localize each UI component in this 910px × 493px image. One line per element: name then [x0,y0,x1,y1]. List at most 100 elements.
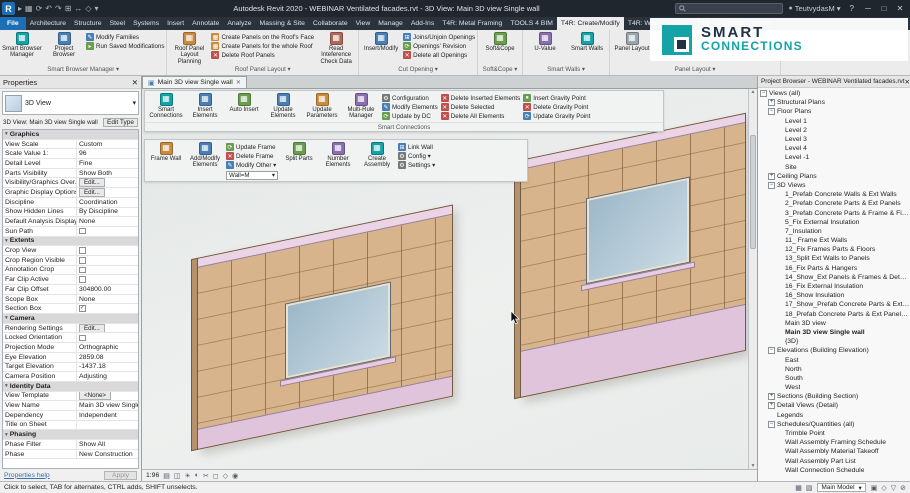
joins-unjoin-openings-button[interactable]: ⊞Joins/Unjoin Openings [403,33,475,41]
rendering-settings-button[interactable]: Edit... [79,324,105,333]
tree-item-1-prefab-concrete-walls-ext-walls[interactable]: 1_Prefab Concrete Walls & Ext Walls [758,190,910,199]
prop-value-view-name[interactable]: Main 3D view Single wall [76,401,138,410]
wall-assembly-left[interactable] [197,205,453,450]
ribbon-panel-label-soft-cope[interactable]: Soft&Cope ▾ [480,66,520,75]
main-model-select[interactable]: Main Model ▾ [817,483,865,492]
tree-item-schedules-quantities-all[interactable]: −Schedules/Quantities (all) [758,420,910,429]
canvas[interactable]: ▦Smart Connections▦Insert Elements▦Auto … [142,89,748,469]
insert-elements-button[interactable]: ▦Insert Elements [187,92,223,121]
tab-add-ins[interactable]: Add-Ins [407,17,438,30]
wall-m-select[interactable]: Wall=M▾ [226,171,278,180]
sun-path-icon[interactable]: ☀ [184,472,190,480]
tree-item-structural-plans[interactable]: +Structural Plans [758,98,910,107]
help-icon[interactable]: ? [847,4,857,13]
insert-gravity-point-button[interactable]: ●Insert Gravity Point [523,94,590,102]
detail-level-icon[interactable]: ▤ [163,472,170,480]
open-icon[interactable]: ▸ [18,4,22,13]
frame-wall-button[interactable]: ▦Frame Wall [148,141,184,163]
prop-section-extents[interactable]: ▾Extents [3,237,138,247]
drag-elements-icon[interactable]: ◇ [881,484,886,492]
tree-item-west[interactable]: West [758,383,910,392]
prop-value-detail-level[interactable]: Fine [76,159,138,168]
delete-gravity-point-button[interactable]: ✕Delete Gravity Point [523,103,590,111]
panel-layout-button[interactable]: ▦Panel Layout [612,31,652,53]
tab-architecture[interactable]: Architecture [26,17,70,30]
prop-value-camera-position[interactable]: Adjusting [76,372,138,381]
configuration-button[interactable]: ⚙Configuration [382,94,438,102]
prop-value-far-clip-active[interactable] [76,275,138,284]
prop-value-view-template[interactable]: <None> [76,392,138,401]
search-input[interactable] [688,5,779,12]
prop-value-annotation-crop[interactable] [76,266,138,275]
tab-annotate[interactable]: Annotate [188,17,223,30]
prop-value-section-box[interactable]: ✓ [76,304,138,313]
number-elements-button[interactable]: ▦Number Elements [320,141,356,170]
tree-item-16-show-insulation[interactable]: 16_Show Insulation [758,291,910,300]
properties-help-link[interactable]: Properties help [4,472,50,479]
tree-item-13-split-ext-walls-to-panels[interactable]: 13_Split Ext Walls to Panels [758,254,910,263]
delete-roof-panels-button[interactable]: ✕Delete Roof Panels [211,51,314,59]
expand-icon[interactable]: + [768,99,775,106]
crop-view-icon[interactable]: ✂ [203,472,209,480]
ribbon-panel-label-cut-opening[interactable]: Cut Opening ▾ [361,66,475,75]
ribbon-panel-label-roof-panel-layout[interactable]: Roof Panel Layout ▾ [169,66,356,75]
tree-item-16-fix-parts-hangers[interactable]: 16_Fix Parts & Hangers [758,264,910,273]
tab-view[interactable]: View [352,17,375,30]
prop-value-target-elevation[interactable]: -1437.18 [76,363,138,372]
tree-item-sections-building-section[interactable]: +Sections (Building Section) [758,392,910,401]
tab-t4r-create-modify[interactable]: T4R: Create/Modify [557,17,624,30]
tab-collaborate[interactable]: Collaborate [309,17,352,30]
tab-t4r-metal-framing[interactable]: T4R: Metal Framing [438,17,506,30]
tree-item-12-fix-frames-parts-floors[interactable]: 12_Fix Frames Parts & Floors [758,245,910,254]
create-panels-on-the-roof-s-face-button[interactable]: ▦Create Panels on the Roof's Face [211,33,314,41]
checkbox-crop-view[interactable] [79,247,86,254]
temporary-hide-isolate-icon[interactable]: ◇ [223,472,228,480]
tree-item-legends[interactable]: Legends [758,411,910,420]
tree-item-3d[interactable]: {3D} [758,337,910,346]
tree-item-level-3[interactable]: Level 3 [758,135,910,144]
tree-item-14-show-ext-panels-frames-details-ins[interactable]: 14_Show_Ext Panels & Frames & Details & … [758,273,910,282]
tab-systems[interactable]: Systems [129,17,163,30]
checkbox-annotation-crop[interactable] [79,267,86,274]
delete-inserted-elements-button[interactable]: ✕Delete Inserted Elements [441,94,520,102]
tree-item-wall-connection-schedule[interactable]: Wall Connection Schedule [758,466,910,475]
read-inteference-check-data-button[interactable]: ▦Read Inteference Check Data [316,31,356,66]
smart-browser-manager-button[interactable]: ▦Smart Browser Manager [2,31,42,60]
openings-revision-button[interactable]: ⟳Openings' Revision [403,42,475,50]
revit-logo[interactable]: R [2,2,15,15]
worksharing-icon[interactable]: ▦ [795,484,802,492]
close-view-tab-icon[interactable]: ✕ [236,79,241,86]
tree-item-main-3d-view[interactable]: Main 3D view [758,319,910,328]
collapse-icon[interactable]: − [768,421,775,428]
tree-item-trimble-point[interactable]: Trimble Point [758,429,910,438]
tree-item-ceiling-plans[interactable]: +Ceiling Plans [758,172,910,181]
config-button[interactable]: ⚙Config ▾ [398,152,435,160]
redo-icon[interactable]: ↷ [55,4,62,13]
tree-item-18-prefab-concrete-parts-ext-panels-frame[interactable]: 18_Prefab Concrete Parts & Ext Panels & … [758,310,910,319]
prop-value-discipline[interactable]: Coordination [76,198,138,207]
vertical-scrollbar[interactable]: ▲ ▼ [748,89,757,469]
tab-file[interactable]: File [0,17,26,30]
modify-other-button[interactable]: ✎Modify Other ▾ [226,161,278,169]
prop-value-projection-mode[interactable]: Orthographic [76,343,138,352]
checkbox-section-box[interactable]: ✓ [79,305,86,312]
run-saved-modifications-button[interactable]: ▸Run Saved Modifications [86,42,164,50]
tab-steel[interactable]: Steel [106,17,130,30]
checkbox-crop-region-visible[interactable] [79,257,86,264]
collapse-icon[interactable]: − [768,182,775,189]
tab-analyze[interactable]: Analyze [223,17,255,30]
undo-icon[interactable]: ↶ [45,4,52,13]
delete-selected-button[interactable]: ✕Delete Selected [441,103,520,111]
apply-button[interactable]: Apply [104,471,137,480]
prop-value-eye-elevation[interactable]: 2859.08 [76,353,138,362]
prop-value-show-hidden-lines[interactable]: By Discipline [76,208,138,217]
checkbox-locked-orientation[interactable] [79,335,86,342]
close-button[interactable]: ✕ [892,4,908,13]
tab-structure[interactable]: Structure [70,17,106,30]
minimize-button[interactable]: ─ [860,4,876,13]
tree-item-level-2[interactable]: Level 2 [758,126,910,135]
prop-section-phasing[interactable]: ▾Phasing [3,430,138,440]
tab-insert[interactable]: Insert [163,17,188,30]
tree-item-north[interactable]: North [758,365,910,374]
prop-value-view-scale[interactable]: Custom [76,140,138,149]
